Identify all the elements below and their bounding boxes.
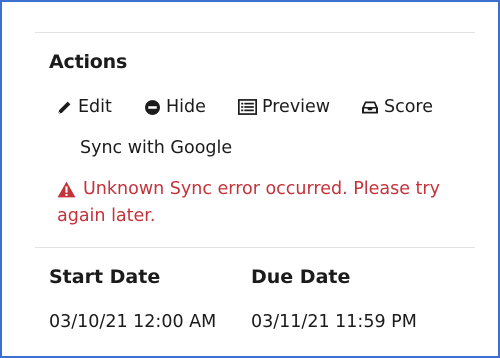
middle-divider [35, 247, 475, 248]
sync-error-message: Unknown Sync error occurred. Please try … [57, 176, 457, 230]
sync-with-google-link[interactable]: Sync with Google [80, 138, 232, 158]
actions-toolbar: Edit Hide Preview Score [56, 94, 476, 120]
hide-button[interactable]: Hide [144, 94, 206, 120]
start-date-heading: Start Date [49, 266, 161, 288]
preview-button[interactable]: Preview [238, 94, 330, 120]
start-date-value: 03/10/21 12:00 AM [49, 312, 217, 332]
edit-button[interactable]: Edit [56, 94, 112, 120]
error-text-line-1: Unknown Sync error occurred. Please try [83, 179, 440, 199]
score-button[interactable]: Score [361, 94, 433, 120]
top-divider [35, 32, 475, 33]
panel-frame: Actions Edit Hide Preview Score Sync wit… [0, 0, 500, 358]
hide-label: Hide [166, 97, 206, 117]
due-date-value: 03/11/21 11:59 PM [251, 312, 417, 332]
inbox-tray-icon [361, 100, 379, 115]
preview-label: Preview [262, 97, 331, 117]
minus-circle-icon [144, 99, 161, 116]
pencil-icon [56, 99, 73, 116]
edit-label: Edit [78, 97, 112, 117]
actions-heading: Actions [49, 51, 128, 73]
score-label: Score [384, 97, 434, 117]
preview-list-icon [238, 99, 257, 115]
warning-triangle-icon [57, 180, 76, 207]
error-text-line-2: again later. [57, 206, 156, 226]
assignment-details: Actions Edit Hide Preview Score Sync wit… [35, 2, 475, 356]
due-date-heading: Due Date [251, 266, 351, 288]
